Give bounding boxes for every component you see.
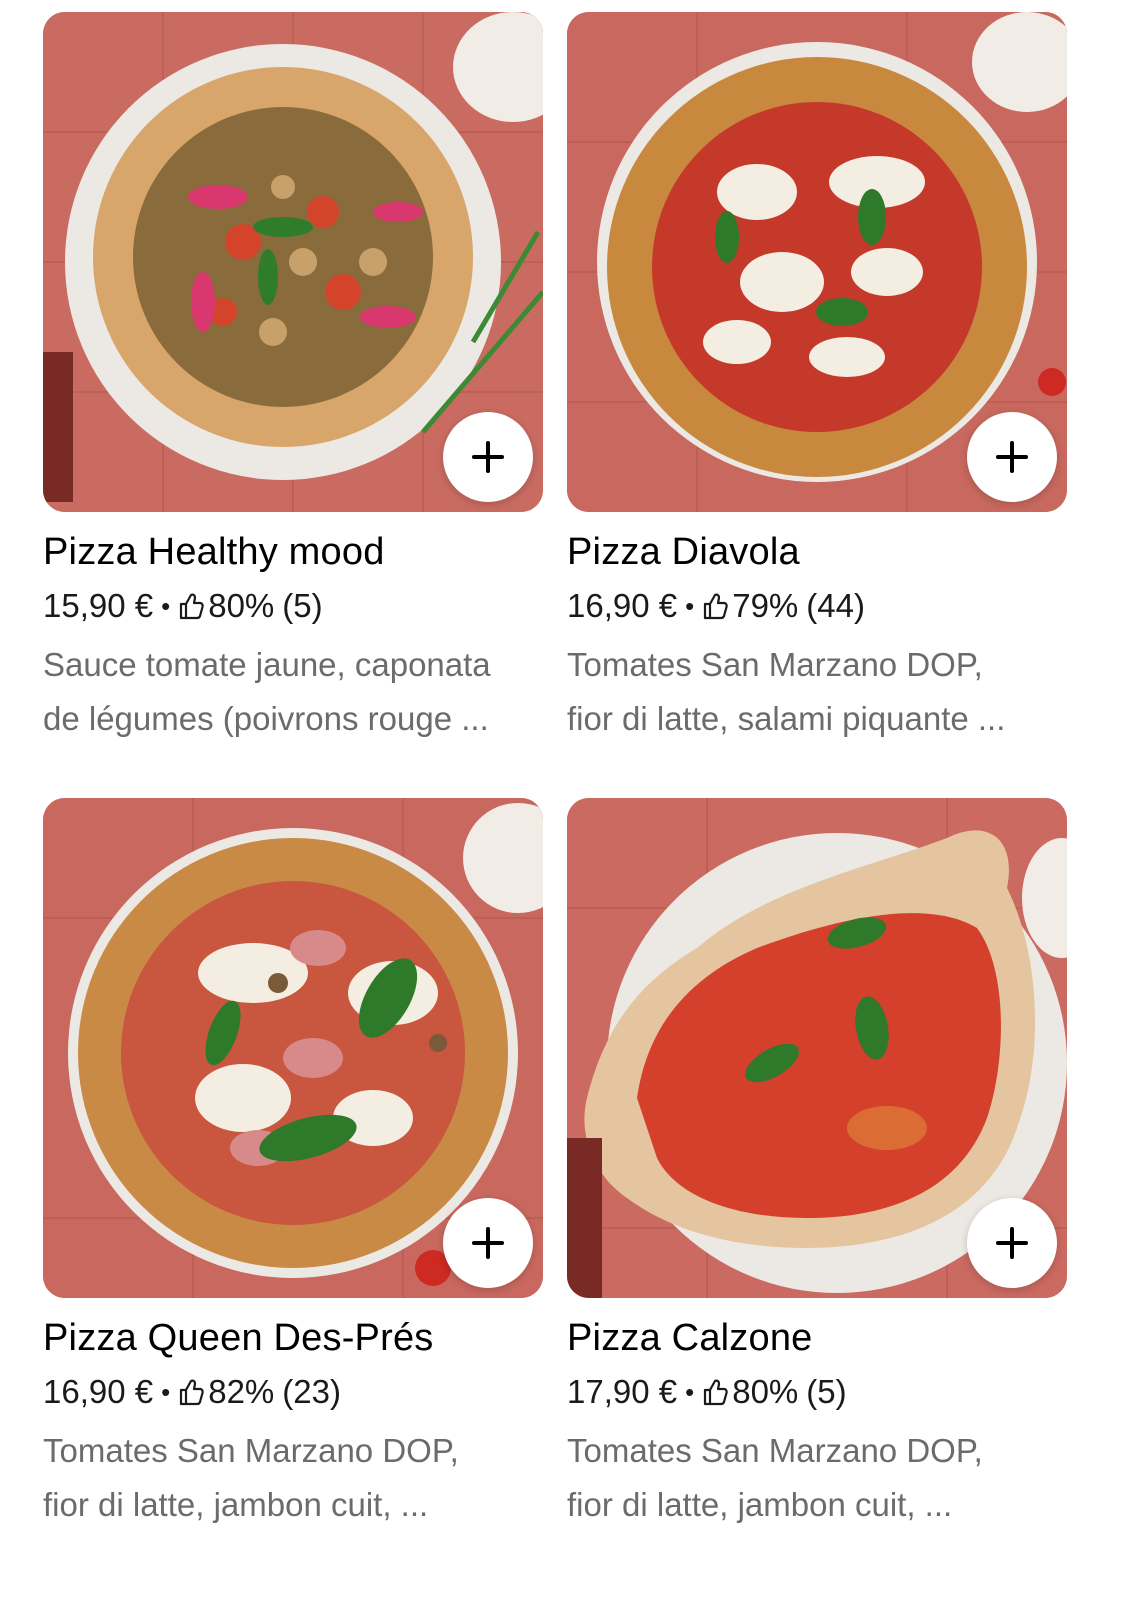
thumbs-up-icon [704, 1379, 728, 1406]
separator-dot: • [161, 591, 171, 621]
item-description-line-2: de légumes (poivrons rouge ... [43, 700, 489, 737]
item-description-line-2: fior di latte, jambon cuit, ... [567, 1486, 953, 1523]
item-name: Pizza Calzone [567, 1317, 813, 1359]
item-meta: 17,90 € • 80% (5) [567, 1370, 1067, 1414]
item-meta: 15,90 € • 80% (5) [43, 584, 543, 628]
item-review-count: (5) [806, 1373, 847, 1410]
plus-icon [472, 1227, 504, 1259]
item-review-count: (44) [806, 587, 865, 624]
separator-dot: • [685, 591, 695, 621]
item-meta: 16,90 € • 79% (44) [567, 584, 1067, 628]
pizza-healthy-mood-photo[interactable] [43, 12, 543, 512]
item-name: Pizza Diavola [567, 531, 800, 573]
add-to-cart-button[interactable] [443, 1198, 533, 1288]
menu-grid: Pizza Healthy mood 15,90 € • 80% (5) Sau… [43, 12, 1093, 1532]
item-description-line-2: fior di latte, salami piquante ... [567, 700, 1006, 737]
menu-item-card[interactable]: Pizza Diavola 16,90 € • 79% (44) Tomates… [567, 12, 1067, 746]
add-to-cart-button[interactable] [443, 412, 533, 502]
item-rating: 80% [732, 1373, 799, 1410]
item-name: Pizza Queen Des-Prés [43, 1317, 434, 1359]
item-review-count: (23) [282, 1373, 341, 1410]
item-description-line-1: Tomates San Marzano DOP, [567, 1432, 983, 1469]
plus-icon [996, 1227, 1028, 1259]
menu-item-card[interactable]: Pizza Calzone 17,90 € • 80% (5) Tomates … [567, 798, 1067, 1532]
item-meta: 16,90 € • 82% (23) [43, 1370, 543, 1414]
pizza-diavola-photo[interactable] [567, 12, 1067, 512]
item-rating: 80% [208, 587, 275, 624]
item-description-line-2: fior di latte, jambon cuit, ... [43, 1486, 429, 1523]
thumbs-up-icon [180, 593, 204, 620]
pizza-queen-photo[interactable] [43, 798, 543, 1298]
plus-icon [996, 441, 1028, 473]
item-price: 15,90 € [43, 587, 154, 624]
item-description-line-1: Tomates San Marzano DOP, [43, 1432, 459, 1469]
thumbs-up-icon [704, 593, 728, 620]
item-price: 16,90 € [567, 587, 678, 624]
item-description-line-1: Tomates San Marzano DOP, [567, 646, 983, 683]
thumbs-up-icon [180, 1379, 204, 1406]
separator-dot: • [161, 1377, 171, 1407]
item-rating: 82% [208, 1373, 275, 1410]
item-review-count: (5) [282, 587, 323, 624]
menu-item-card[interactable]: Pizza Queen Des-Prés 16,90 € • 82% (23) … [43, 798, 543, 1532]
plus-icon [472, 441, 504, 473]
item-description-line-1: Sauce tomate jaune, caponata [43, 646, 491, 683]
item-price: 16,90 € [43, 1373, 154, 1410]
menu-item-card[interactable]: Pizza Healthy mood 15,90 € • 80% (5) Sau… [43, 12, 543, 746]
pizza-calzone-photo[interactable] [567, 798, 1067, 1298]
add-to-cart-button[interactable] [967, 1198, 1057, 1288]
add-to-cart-button[interactable] [967, 412, 1057, 502]
item-rating: 79% [732, 587, 799, 624]
separator-dot: • [685, 1377, 695, 1407]
item-price: 17,90 € [567, 1373, 678, 1410]
item-name: Pizza Healthy mood [43, 531, 385, 573]
